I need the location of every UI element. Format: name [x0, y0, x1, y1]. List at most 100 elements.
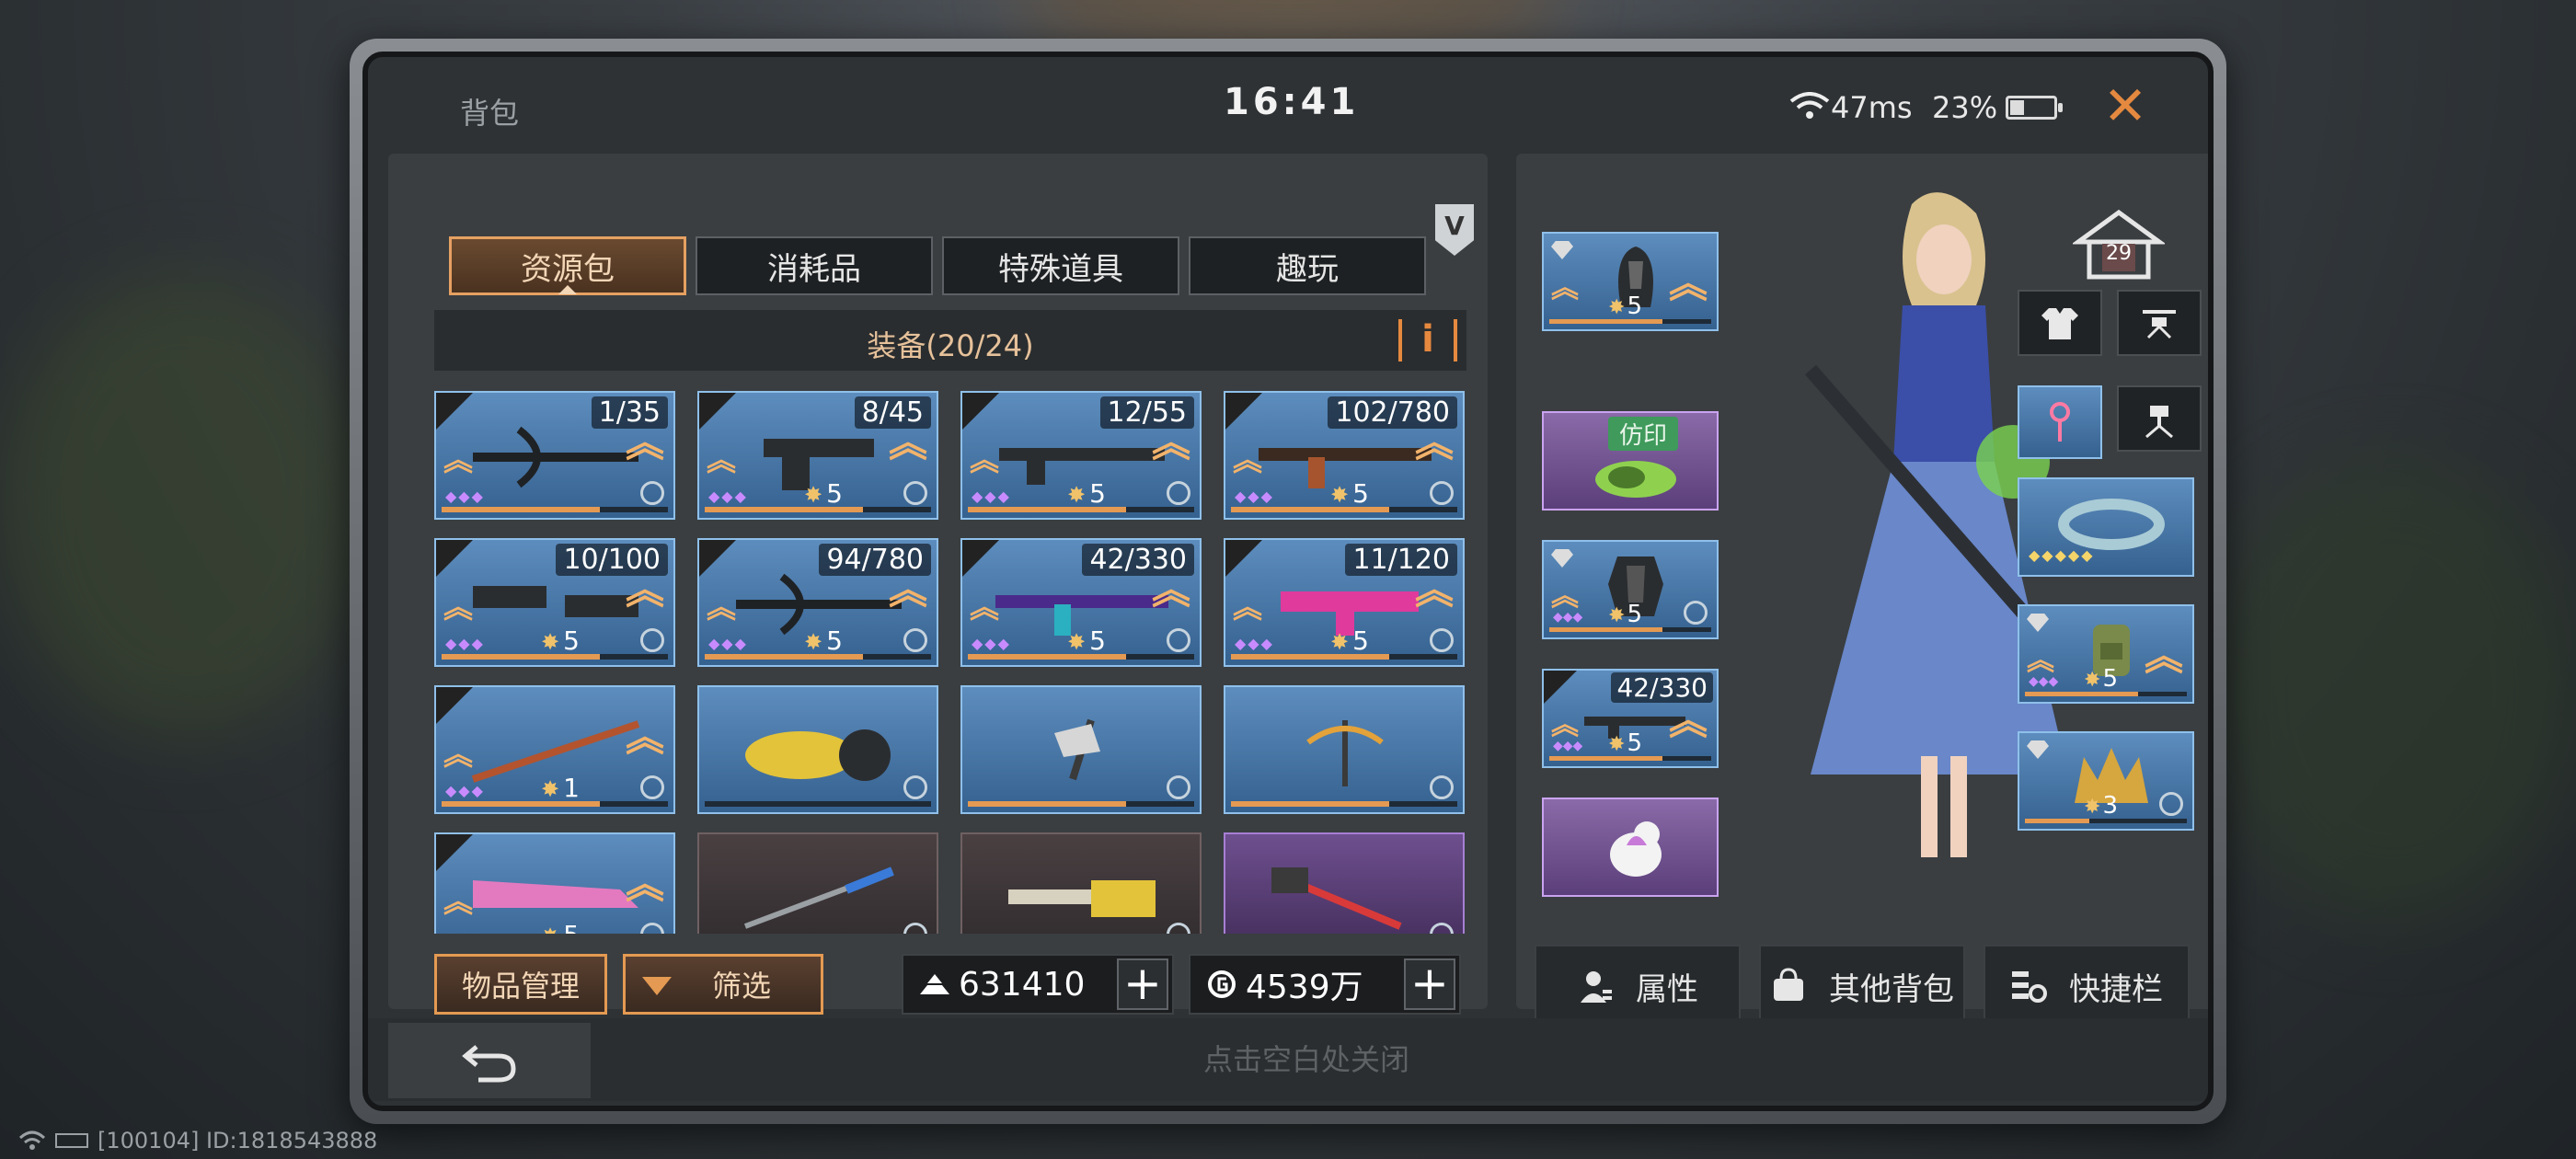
durability-bar: [1231, 654, 1457, 660]
drone-button[interactable]: [2117, 290, 2202, 356]
inventory-item[interactable]: [697, 685, 938, 814]
close-button[interactable]: ✕: [2093, 75, 2157, 140]
rarity-dots: ◆◆◆: [972, 488, 1011, 505]
disassemble-icon: [640, 628, 664, 652]
footer-bar[interactable]: 点击空白处关闭: [368, 1018, 2208, 1101]
accessory-slot[interactable]: ✸3: [2018, 731, 2194, 831]
inventory-item[interactable]: 102/780 ︽ ︽ ◆◆◆ ✸ 5: [1224, 391, 1465, 520]
quickbar-button[interactable]: 快捷栏: [1984, 945, 2190, 1027]
disassemble-icon: [1430, 481, 1454, 505]
inventory-item[interactable]: 42/330 ︽ ︽ ◆◆◆ ✸ 5: [960, 538, 1202, 667]
device-id-bar: [100104] ID:1818543888: [18, 1128, 377, 1153]
weapon-slot[interactable]: 42/330 ︽ ︽ ◆◆◆ ✸5: [1542, 669, 1719, 768]
tab-resource-pack[interactable]: 资源包: [449, 236, 686, 295]
pet-slot[interactable]: [1542, 798, 1719, 897]
rarity-dots: ◆◆◆: [445, 635, 485, 652]
rarity-dots: ◆◆◆: [1235, 488, 1274, 505]
inventory-item[interactable]: [1224, 832, 1465, 934]
attributes-button[interactable]: 属性: [1535, 945, 1741, 1027]
close-hint: 点击空白处关闭: [1202, 1042, 1409, 1077]
inventory-item[interactable]: ︽ ︽ ◆◆◆ ✸ 1: [434, 685, 675, 814]
diamond-icon: [1551, 549, 1573, 568]
info-button[interactable]: i: [1398, 319, 1457, 361]
item-level: ✸5: [804, 478, 843, 509]
inventory-item[interactable]: ︽ ︽ ◆◆◆ ✸5: [434, 832, 675, 934]
diamond-icon: [2027, 740, 2049, 759]
disassemble-icon: [1167, 628, 1190, 652]
rank-chevron-icon: ︽: [1151, 568, 1190, 613]
tab-consumables[interactable]: 消耗品: [696, 236, 933, 295]
coin-amount: 4539万: [1246, 969, 1363, 1006]
diamond-icon: [1551, 241, 1573, 259]
backpack-slot[interactable]: ︽ ︽ ◆◆◆ ✸5: [2018, 604, 2194, 704]
battery-percent: 23%: [1932, 90, 1998, 125]
rank-chevron-icon: ︽: [625, 420, 664, 465]
inventory-item[interactable]: 11/120 ︽ ︽ ◆◆◆ ✸ 5: [1224, 538, 1465, 667]
gold-bar-icon: [916, 966, 953, 1003]
inventory-item[interactable]: 10/100 ︽ ︽ ◆◆◆ ✸ 5: [434, 538, 675, 667]
filter-icon: [642, 977, 672, 995]
add-gold-button[interactable]: +: [1117, 958, 1168, 1010]
battery-icon: [55, 1133, 88, 1148]
inventory-item[interactable]: 12/55 ︽ ︽ ◆◆◆ ✸ 5: [960, 391, 1202, 520]
upgrade-icon: ︽: [2027, 645, 2054, 677]
upgrade-icon: ︽: [970, 590, 1000, 625]
rarity-corner: [1544, 671, 1577, 704]
pickaxe-icon: [1306, 720, 1384, 786]
ring-slot[interactable]: ◆◆◆◆◆: [2018, 477, 2194, 577]
inventory-item[interactable]: [697, 832, 938, 934]
character-panel: ︽ ︽ ✸5 仿印 ︽ ◆◆◆ ✸5 42/330 ︽ ︽ ◆◆◆ ✸5 29 …: [1516, 154, 2208, 1027]
disassemble-icon: [1167, 775, 1190, 799]
backpack-level: ✸5: [2084, 665, 2118, 693]
rank-chevron-icon: ︽: [888, 568, 927, 613]
person-icon: [1581, 971, 1612, 1003]
durability-bar: [442, 801, 668, 807]
quickbar-label: 快捷栏: [2069, 970, 2163, 1008]
filter-button[interactable]: 筛选: [623, 954, 823, 1015]
turret-button[interactable]: [2117, 385, 2202, 452]
disassemble-icon: [903, 628, 927, 652]
skin-slot[interactable]: 仿印: [1542, 411, 1719, 511]
item-grid: 1/35 ︽ ︽ ◆◆◆ 8/45 ︽ ︽ ◆◆◆ ✸ 5 12/55 ︽ ︽ ◆◆◆ ✸ 5 102/780 ︽…: [434, 391, 1466, 934]
house-icon[interactable]: 29: [2071, 209, 2167, 282]
rank-chevron-icon: ︽: [625, 568, 664, 613]
outfit-button[interactable]: [2018, 290, 2102, 356]
manage-items-button[interactable]: 物品管理: [434, 954, 607, 1015]
upgrade-icon: ︽: [707, 590, 737, 625]
inventory-item[interactable]: 8/45 ︽ ︽ ◆◆◆ ✸ 5: [697, 391, 938, 520]
upgrade-icon: ︽: [970, 442, 1000, 477]
inventory-item[interactable]: [1224, 685, 1465, 814]
inventory-item[interactable]: 1/35 ︽ ︽ ◆◆◆: [434, 391, 675, 520]
item-level: ✸5: [1067, 625, 1106, 656]
settings-icon: [1684, 601, 1708, 625]
durability-bar: [705, 654, 931, 660]
helmet-slot[interactable]: ︽ ︽ ✸5: [1542, 232, 1719, 331]
coin-icon: [1203, 966, 1240, 1003]
rank-chevron-icon: ︽: [1668, 698, 1708, 743]
tab-fun[interactable]: 趣玩: [1189, 236, 1426, 295]
equipment-count-label: 装备(20/24): [867, 328, 1034, 363]
armor-slot[interactable]: ︽ ◆◆◆ ✸5: [1542, 540, 1719, 639]
item-level: ✸5: [541, 920, 580, 934]
item-level: ✸5: [1330, 478, 1369, 509]
vip-badge[interactable]: V: [1435, 204, 1474, 256]
coin-currency: 4539万 +: [1189, 954, 1461, 1015]
inventory-item[interactable]: 94/780 ︽ ︽ ◆◆◆ ✸ 5: [697, 538, 938, 667]
hammer-icon: [1271, 867, 1402, 930]
tab-special-items[interactable]: 特殊道具: [942, 236, 1179, 295]
rank-chevron-icon: ︽: [1668, 261, 1708, 306]
inventory-item[interactable]: [960, 832, 1202, 934]
disassemble-icon: [640, 775, 664, 799]
crossbow-icon: [473, 426, 638, 488]
rank-chevron-icon: ︽: [1414, 568, 1454, 613]
item-level: ✸ 1: [541, 773, 580, 803]
other-bags-button[interactable]: 其他背包: [1759, 945, 1965, 1027]
inventory-panel: 资源包 消耗品 特殊道具 趣玩 V 装备(20/24) i 1/35 ︽ ︽ ◆◆◆ 8…: [388, 154, 1488, 1015]
rarity-dots: ◆◆◆: [708, 488, 748, 505]
add-coin-button[interactable]: +: [1404, 958, 1455, 1010]
pendant-slot[interactable]: [2018, 385, 2102, 459]
durability-bar: [442, 654, 668, 660]
upgrade-icon: ︽: [443, 590, 474, 625]
item-level: ✸5: [1067, 478, 1106, 509]
inventory-item[interactable]: [960, 685, 1202, 814]
